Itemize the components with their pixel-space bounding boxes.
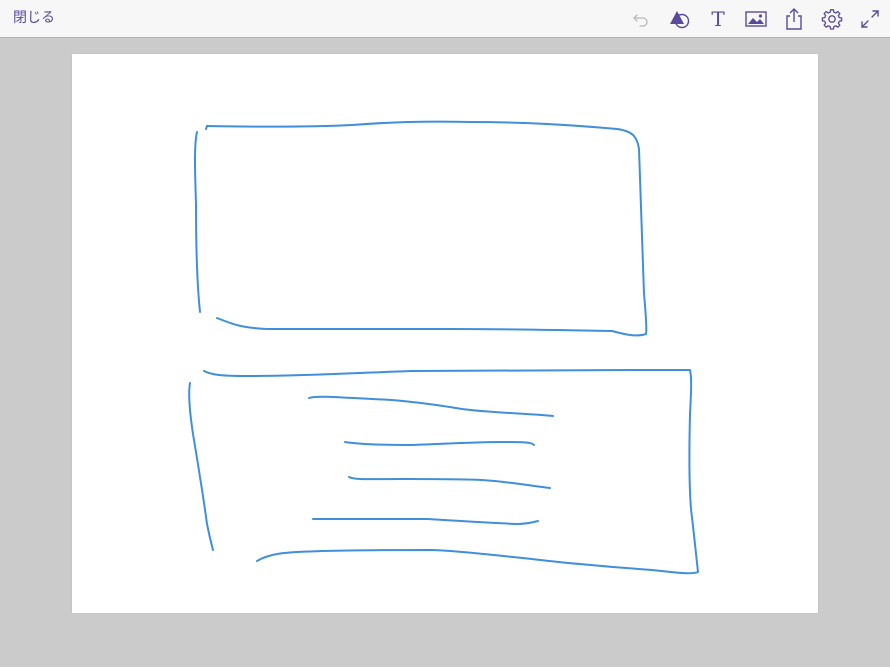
sketch-upper-rect-left xyxy=(194,131,201,313)
image-button[interactable] xyxy=(743,6,769,32)
canvas-area[interactable] xyxy=(0,38,890,667)
sketch-lower-rect-top-right xyxy=(203,369,699,575)
share-icon xyxy=(786,8,802,30)
sketch-line-1 xyxy=(308,395,554,417)
text-icon: T xyxy=(711,7,725,31)
gear-icon xyxy=(821,9,843,30)
sketch-line-4 xyxy=(312,517,539,525)
sketch-line-3 xyxy=(348,476,551,489)
expand-icon xyxy=(861,10,879,28)
image-icon xyxy=(745,11,767,27)
shapes-button[interactable] xyxy=(666,6,692,32)
sketch-lower-rect-left xyxy=(188,382,214,551)
sketch-upper-rect-top-right xyxy=(205,120,648,337)
settings-button[interactable] xyxy=(819,6,845,32)
sketch-layer xyxy=(188,120,699,575)
drawing-page[interactable] xyxy=(72,54,818,613)
share-button[interactable] xyxy=(781,6,807,32)
close-button[interactable]: 閉じる xyxy=(13,9,55,27)
toolbar: 閉じる T xyxy=(0,0,890,38)
shapes-icon xyxy=(670,11,690,29)
sketch-line-2 xyxy=(344,441,535,446)
sketch-upper-rect-bottom xyxy=(216,317,613,332)
undo-button[interactable] xyxy=(628,6,654,32)
expand-button[interactable] xyxy=(857,6,883,32)
undo-icon xyxy=(633,14,648,27)
text-button[interactable]: T xyxy=(705,6,731,32)
